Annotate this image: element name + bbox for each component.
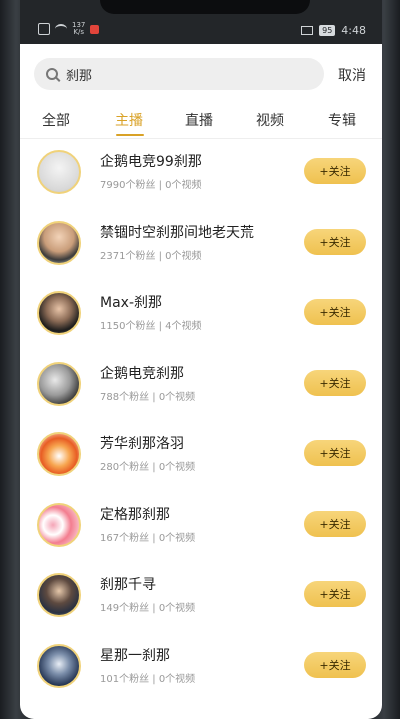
avatar[interactable]	[37, 150, 81, 194]
sim-icon	[38, 23, 50, 35]
streamer-stats: 7990个粉丝 | 0个视频	[100, 180, 202, 191]
avatar[interactable]	[37, 220, 81, 265]
follow-button[interactable]: +关注	[304, 228, 366, 255]
tab-videos[interactable]: 视频	[256, 110, 284, 130]
streamer-name[interactable]: 禁锢时空刹那间地老天荒	[100, 222, 254, 242]
streamer-stats: 101个粉丝 | 0个视频	[100, 673, 196, 685]
streamer-name[interactable]: 星那一刹那	[100, 645, 170, 665]
status-bar: 137 K/s 95 4:48	[20, 0, 382, 44]
avatar[interactable]	[37, 502, 81, 547]
follow-button[interactable]: +关注	[304, 369, 366, 396]
app-screen: 137 K/s 95 4:48 刹那 取消 全部 主播 直播 视频 专辑 企鹅电…	[20, 0, 382, 719]
mail-icon	[301, 26, 314, 35]
cancel-button[interactable]: 取消	[338, 65, 366, 85]
wifi-icon	[55, 24, 67, 34]
status-right: 95 4:48	[301, 24, 366, 37]
list-item[interactable]: 禁锢时空刹那间地老天荒 2371个粉丝 | 0个视频 +关注	[20, 209, 382, 280]
follow-button[interactable]: +关注	[304, 158, 366, 184]
avatar[interactable]	[37, 432, 81, 476]
list-item[interactable]: 星那一刹那 101个粉丝 | 0个视频 +关注	[20, 632, 382, 703]
streamer-name[interactable]: 企鹅电竞99刹那	[100, 151, 202, 171]
app-notification-icon	[90, 24, 100, 34]
streamer-name[interactable]: 企鹅电竞刹那	[100, 363, 184, 383]
streamer-name[interactable]: 刹那千寻	[100, 574, 156, 594]
search-input[interactable]: 刹那	[34, 58, 324, 90]
search-icon	[46, 68, 58, 80]
net-speed: 137 K/s	[72, 22, 85, 36]
status-left: 137 K/s	[38, 22, 100, 36]
list-item[interactable]: 定格那刹那 167个粉丝 | 0个视频 +关注	[20, 491, 382, 562]
net-speed-unit: K/s	[73, 28, 84, 36]
tab-albums[interactable]: 专辑	[328, 110, 356, 130]
battery-indicator: 95	[319, 25, 336, 36]
streamer-stats: 788个粉丝 | 0个视频	[100, 391, 196, 403]
streamer-stats: 149个粉丝 | 0个视频	[100, 603, 196, 614]
tab-live[interactable]: 直播	[185, 110, 213, 130]
tab-all[interactable]: 全部	[42, 110, 70, 130]
streamer-name[interactable]: Max-刹那	[100, 292, 162, 312]
avatar[interactable]	[37, 361, 81, 406]
clock: 4:48	[341, 24, 366, 37]
list-item[interactable]: Max-刹那 1150个粉丝 | 4个视频 +关注	[20, 279, 382, 350]
streamer-stats: 2371个粉丝 | 0个视频	[100, 250, 202, 262]
list-item[interactable]: 刹那千寻 149个粉丝 | 0个视频 +关注	[20, 561, 382, 632]
follow-button[interactable]: +关注	[304, 510, 366, 537]
tab-streamers[interactable]: 主播	[115, 110, 143, 130]
active-tab-indicator	[116, 134, 144, 136]
avatar[interactable]	[37, 643, 81, 688]
streamer-name[interactable]: 芳华刹那洛羽	[100, 433, 184, 453]
follow-button[interactable]: +关注	[304, 651, 366, 678]
search-row: 刹那 取消	[20, 58, 382, 92]
streamer-name[interactable]: 定格那刹那	[100, 504, 170, 524]
camera-notch	[100, 0, 310, 14]
streamer-stats: 280个粉丝 | 0个视频	[100, 462, 196, 473]
list-item[interactable]: 企鹅电竞刹那 788个粉丝 | 0个视频 +关注	[20, 350, 382, 421]
avatar[interactable]	[37, 573, 81, 617]
streamer-stats: 1150个粉丝 | 4个视频	[100, 321, 202, 332]
streamer-stats: 167个粉丝 | 0个视频	[100, 532, 196, 544]
search-query-text: 刹那	[66, 68, 93, 84]
list-item[interactable]: 企鹅电竞99刹那 7990个粉丝 | 0个视频 +关注	[20, 138, 382, 209]
streamer-list: 企鹅电竞99刹那 7990个粉丝 | 0个视频 +关注 禁锢时空刹那间地老天荒 …	[20, 138, 382, 702]
result-tabs: 全部 主播 直播 视频 专辑	[20, 104, 382, 139]
avatar[interactable]	[37, 291, 81, 335]
follow-button[interactable]: +关注	[304, 440, 366, 466]
follow-button[interactable]: +关注	[304, 299, 366, 325]
follow-button[interactable]: +关注	[304, 581, 366, 607]
list-item[interactable]: 芳华刹那洛羽 280个粉丝 | 0个视频 +关注	[20, 420, 382, 491]
